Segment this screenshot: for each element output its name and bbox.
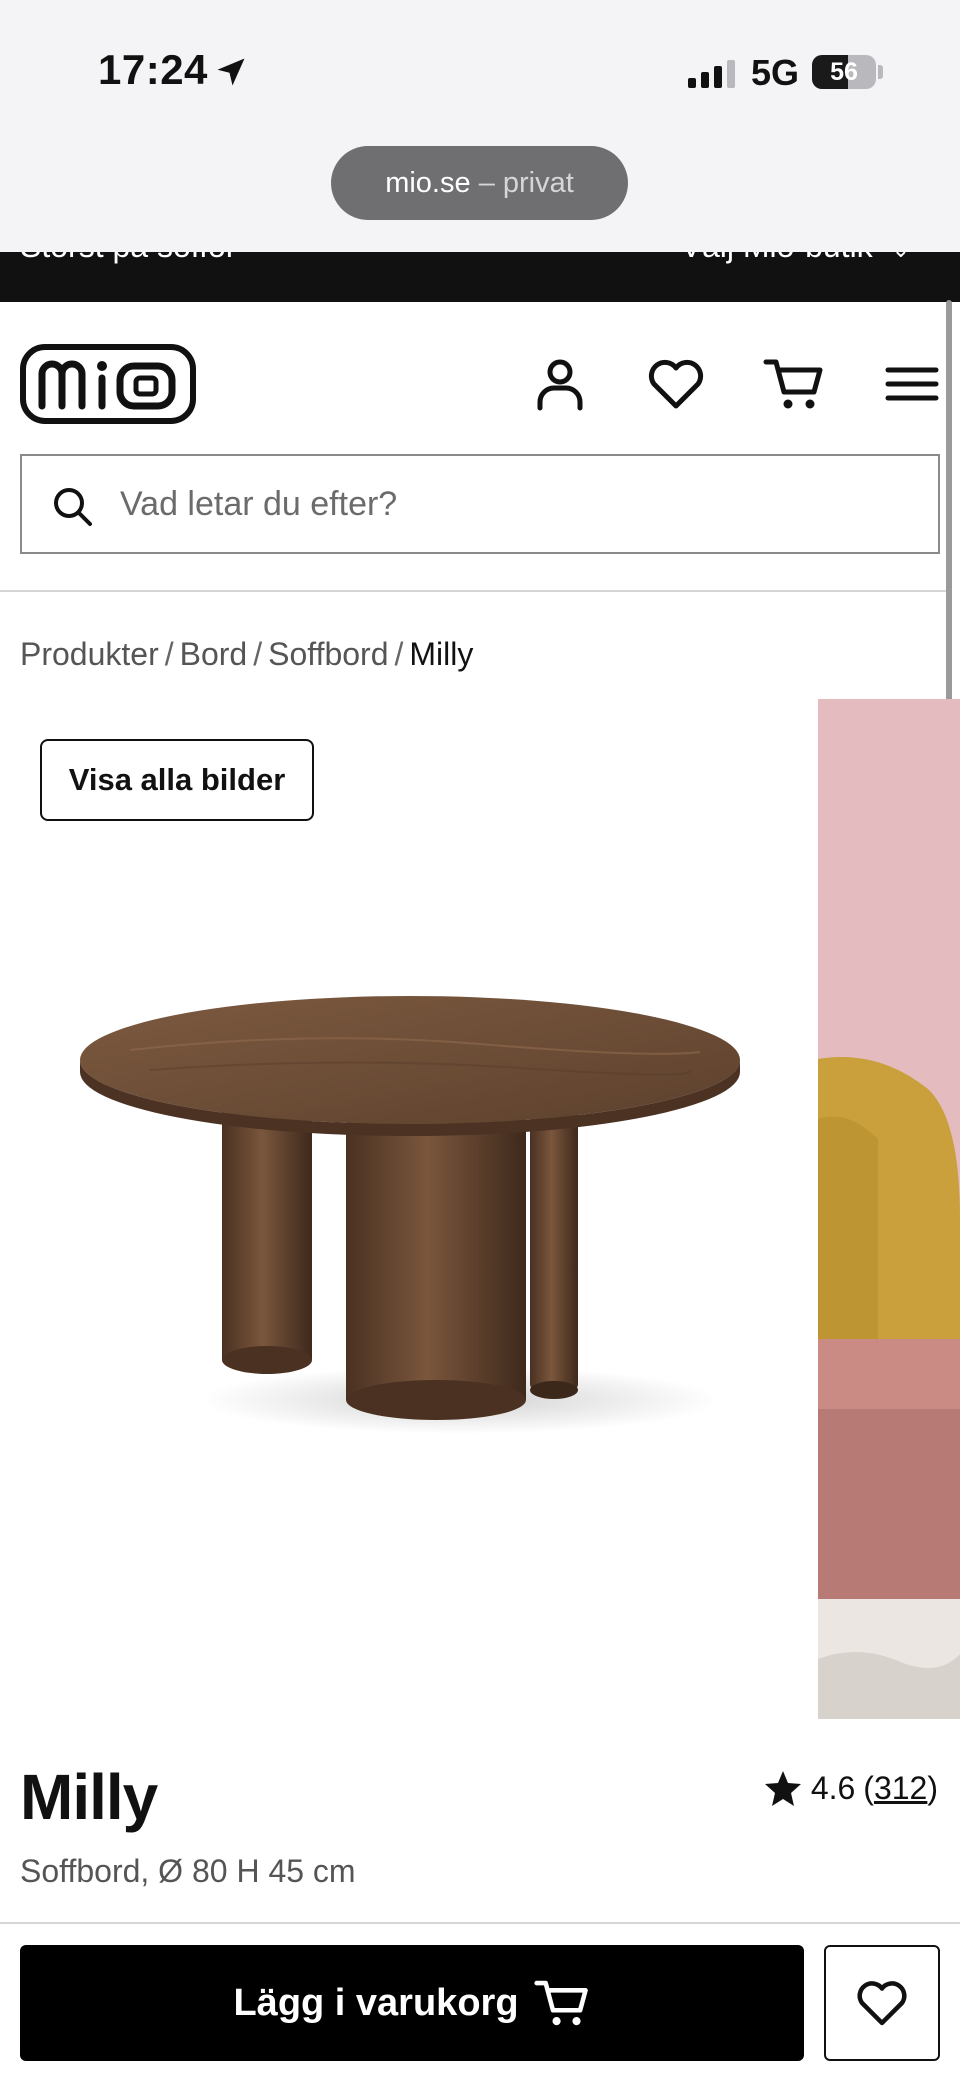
breadcrumb-item-bord[interactable]: Bord [180, 636, 248, 672]
signal-icon [688, 60, 735, 88]
status-time: 17:24 [98, 46, 208, 93]
heart-icon [857, 1981, 907, 2026]
header-divider [0, 590, 948, 592]
user-icon[interactable] [528, 352, 592, 416]
mio-logo[interactable] [20, 344, 196, 424]
breadcrumb-item-soffbord[interactable]: Soffbord [268, 636, 388, 672]
product-image[interactable] [60, 960, 760, 1460]
add-to-wishlist-button[interactable] [824, 1945, 940, 2061]
status-bar: 17:24 5G 56 [0, 0, 960, 140]
search-input[interactable] [120, 456, 910, 552]
show-all-images-button[interactable]: Visa alla bilder [40, 739, 314, 821]
product-subtitle: Soffbord, Ø 80 H 45 cm [20, 1853, 356, 1889]
promo-bar: Störst på soffor Välj Mio-butik ⌄ [0, 252, 960, 302]
battery-icon: 56 [812, 55, 876, 89]
cart-icon[interactable] [762, 352, 826, 416]
product-rating[interactable]: 4.6 (312) [763, 1768, 938, 1808]
breadcrumb-separator: / [394, 636, 404, 672]
search-box[interactable] [20, 454, 940, 554]
heart-icon[interactable] [644, 352, 708, 416]
url-domain: mio.se [385, 167, 471, 199]
store-selector[interactable]: Välj Mio-butik ⌄ [681, 252, 910, 265]
lifestyle-image[interactable] [818, 699, 960, 1719]
menu-icon[interactable] [880, 352, 944, 416]
star-icon [764, 1771, 801, 1806]
add-to-cart-button[interactable]: Lägg i varukorg [20, 1945, 804, 2061]
battery-percent: 56 [830, 58, 858, 86]
rating-value: 4.6 [810, 1769, 856, 1806]
cart-icon [533, 1980, 588, 2026]
breadcrumb-current: Milly [409, 636, 474, 672]
breadcrumb: Produkter / Bord / Soffbord / Milly [20, 636, 473, 673]
add-to-cart-label: Lägg i varukorg [233, 1981, 519, 2024]
network-label: 5G [751, 52, 800, 93]
review-count-wrap: (312) [863, 1770, 938, 1807]
rating-open-paren: ( [863, 1769, 874, 1806]
review-count-link[interactable]: 312 [874, 1770, 927, 1806]
location-arrow-icon [217, 58, 245, 86]
store-selector-label: Välj Mio-butik [681, 252, 873, 264]
breadcrumb-item-produkter[interactable]: Produkter [20, 636, 159, 672]
chevron-down-icon: ⌄ [892, 252, 910, 262]
rating-close-paren: ) [927, 1769, 938, 1806]
info-divider [0, 1922, 960, 1924]
product-title: Milly [20, 1761, 158, 1833]
breadcrumb-separator: / [164, 636, 174, 672]
url-private-mode: – privat [478, 167, 574, 199]
promo-text: Störst på soffor [20, 252, 236, 265]
url-pill[interactable]: mio.se – privat [331, 146, 628, 220]
breadcrumb-separator: / [253, 636, 263, 672]
page-scrollbar[interactable] [946, 300, 952, 716]
search-icon [54, 488, 92, 526]
battery-tip [878, 65, 883, 79]
